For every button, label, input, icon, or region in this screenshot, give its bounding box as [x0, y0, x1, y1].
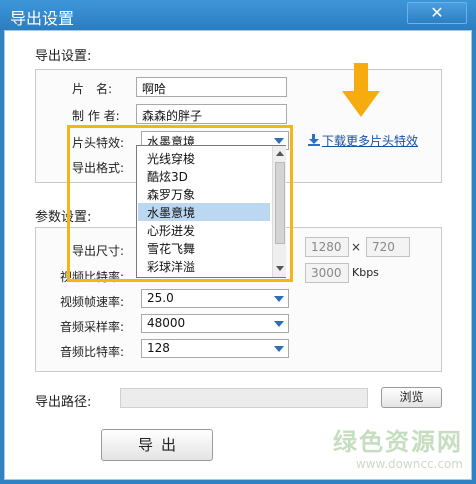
chevron-down-icon: [274, 346, 284, 352]
sample-rate-label: 音频采样率:: [60, 320, 125, 334]
watermark-title: 绿色资源网: [333, 428, 463, 456]
audio-bitrate-value: 128: [147, 341, 170, 355]
producer-input[interactable]: 森森的胖子: [136, 104, 287, 124]
frame-rate-select[interactable]: 25.0: [141, 289, 289, 308]
frame-rate-label: 视频帧速率:: [60, 295, 125, 309]
audio-bitrate-label: 音频比特率:: [60, 345, 125, 359]
watermark-url: www.downcc.com: [355, 457, 463, 471]
close-icon: ✕: [430, 3, 444, 22]
sample-rate-select[interactable]: 48000: [141, 314, 289, 333]
export-settings-heading: 导出设置:: [35, 49, 92, 64]
download-more-effects-link[interactable]: 下载更多片头特效: [322, 132, 418, 149]
export-settings-window: 导出设置 ✕ 导出设置: 片 名: 啊哈 制 作 者: 森森的胖子 片头特效: …: [0, 0, 476, 484]
download-icon[interactable]: [308, 134, 320, 146]
export-path-label: 导出路径:: [35, 395, 92, 410]
audio-bitrate-select[interactable]: 128: [141, 339, 289, 358]
video-bitrate-input[interactable]: 3000: [305, 263, 349, 283]
highlight-frame: [67, 125, 293, 282]
export-width-input[interactable]: 1280: [305, 237, 349, 257]
producer-label: 制 作 者:: [72, 109, 120, 123]
arrow-down-icon: [342, 63, 380, 117]
browse-button[interactable]: 浏览: [381, 387, 442, 408]
times-symbol: ×: [351, 240, 362, 254]
video-bitrate-unit: Kbps: [352, 266, 379, 279]
sample-rate-value: 48000: [147, 316, 186, 330]
export-path-input[interactable]: [120, 388, 368, 408]
watermark: 绿色资源网 www.downcc.com: [333, 422, 463, 471]
chevron-down-icon: [274, 321, 284, 327]
film-name-label: 片 名:: [72, 82, 113, 96]
chevron-down-icon: [274, 296, 284, 302]
export-button[interactable]: 导出: [101, 429, 213, 461]
close-button[interactable]: ✕: [407, 2, 467, 24]
film-name-input[interactable]: 啊哈: [136, 77, 287, 97]
export-height-input[interactable]: 720: [366, 237, 410, 257]
dialog-body: 导出设置: 片 名: 啊哈 制 作 者: 森森的胖子 片头特效: 水墨意境 导出…: [4, 30, 472, 480]
title-bar[interactable]: 导出设置 ✕: [0, 0, 476, 30]
frame-rate-value: 25.0: [147, 291, 174, 305]
window-title: 导出设置: [10, 9, 75, 28]
